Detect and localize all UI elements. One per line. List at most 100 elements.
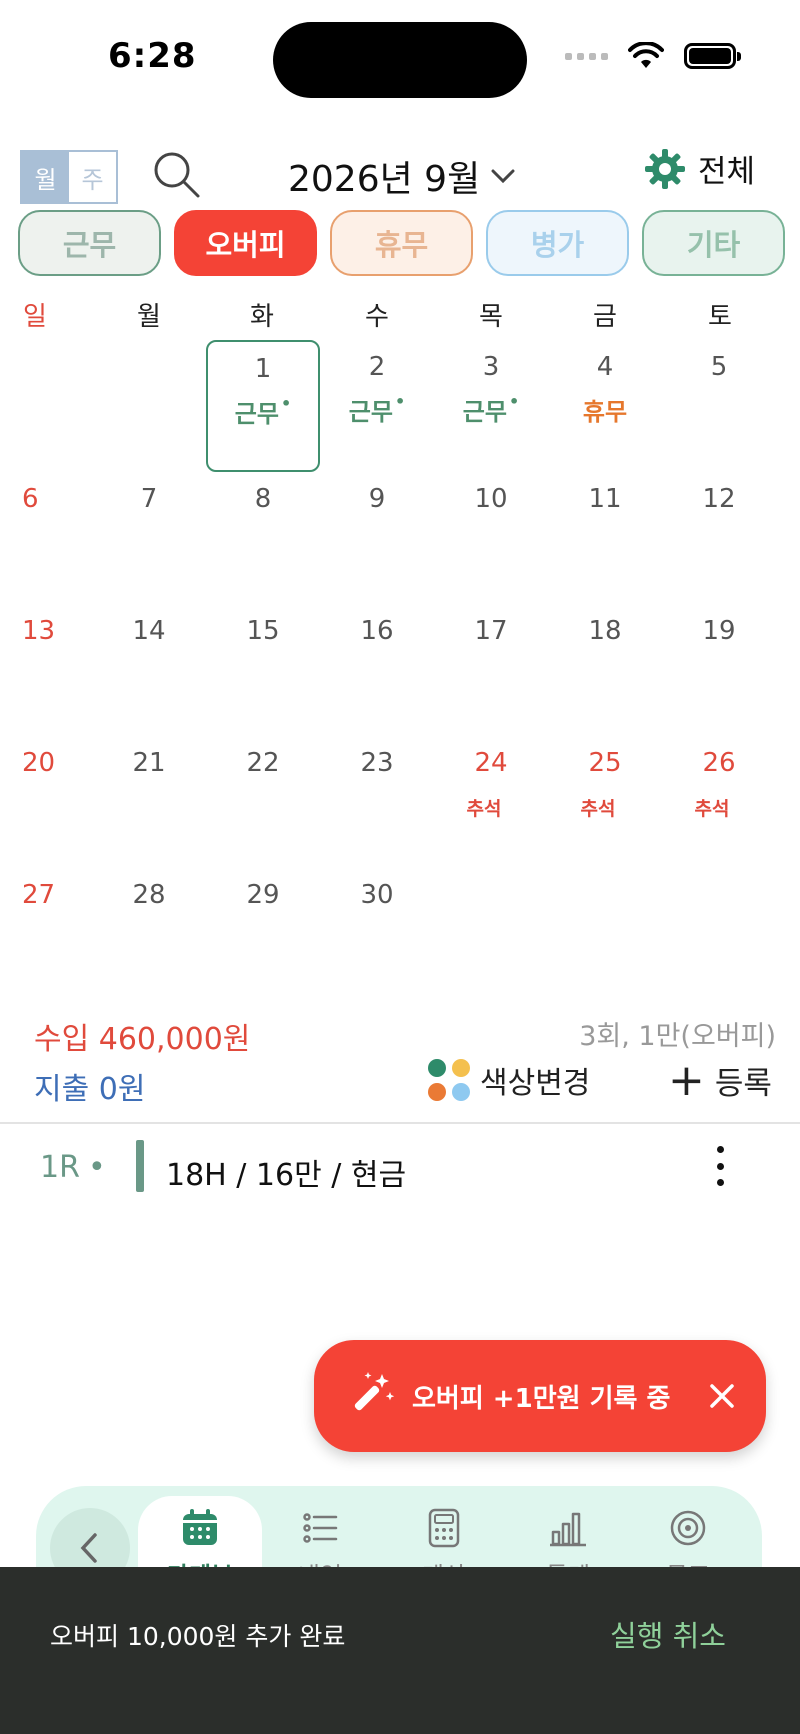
day-number: 1: [254, 354, 272, 384]
category-overfee-pill[interactable]: 오버피: [174, 210, 317, 276]
gear-icon: [645, 148, 685, 189]
close-icon[interactable]: [702, 1376, 742, 1416]
weekday-header: 일월화수목금토: [0, 296, 800, 336]
calendar-day[interactable]: 2 근무: [320, 340, 434, 472]
category-etc-pill[interactable]: 기타: [642, 210, 785, 276]
calendar-day[interactable]: 21: [92, 736, 206, 868]
calendar-day[interactable]: 26 추석: [662, 736, 776, 868]
magic-wand-icon: [354, 1372, 395, 1411]
holiday-label: 추석: [694, 798, 730, 820]
calendar-day[interactable]: 7: [92, 472, 206, 604]
weekday-label: 수: [365, 302, 389, 332]
color-change-button[interactable]: 색상변경: [428, 1058, 590, 1102]
calendar-day[interactable]: 10: [434, 472, 548, 604]
weekday-label: 금: [593, 302, 617, 332]
undo-button[interactable]: 실행 취소: [610, 1613, 726, 1655]
calendar-day[interactable]: 25 추석: [548, 736, 662, 868]
view-toggle[interactable]: 월 주: [20, 150, 118, 204]
calendar-day[interactable]: 16: [320, 604, 434, 736]
day-number: 8: [254, 484, 272, 514]
weekday-label: 화: [250, 302, 274, 332]
day-number: 17: [474, 616, 508, 646]
add-record-button[interactable]: + 등록: [668, 1058, 772, 1103]
calendar-day[interactable]: 30: [320, 868, 434, 1000]
cellular-icon: [565, 52, 608, 60]
view-month-option[interactable]: 월: [22, 152, 69, 202]
overfee-recording-banner[interactable]: 오버피 +1만원 기록 중: [314, 1340, 766, 1452]
calculator-icon: [428, 1508, 460, 1548]
category-sick-pill[interactable]: 병가: [486, 210, 629, 276]
calendar-day[interactable]: 28: [92, 868, 206, 1000]
calendar-day[interactable]: 14: [92, 604, 206, 736]
day-entry-tag: 휴무: [582, 398, 628, 426]
calendar-day[interactable]: 4 휴무: [548, 340, 662, 472]
target-icon: [670, 1510, 706, 1546]
record-round: 1R: [40, 1150, 106, 1185]
day-number: 10: [474, 484, 508, 514]
calendar-day[interactable]: 23: [320, 736, 434, 868]
day-entry-tag: 근무: [208, 394, 318, 429]
filter-settings-button[interactable]: 전체: [644, 146, 755, 191]
day-number: 30: [360, 880, 394, 910]
day-number: 11: [588, 484, 622, 514]
banner-message: 오버피 +1만원 기록 중: [412, 1384, 671, 1414]
holiday-label: 추석: [466, 798, 502, 820]
record-detail: 18H / 16만 / 현금: [166, 1158, 407, 1193]
day-number: 16: [360, 616, 394, 646]
calendar-day[interactable]: 9: [320, 472, 434, 604]
day-number: 19: [702, 616, 736, 646]
view-week-option[interactable]: 주: [69, 152, 116, 202]
settings-label: 전체: [698, 154, 756, 190]
more-options-icon[interactable]: [712, 1146, 728, 1186]
holiday-label: 추석: [580, 798, 616, 820]
calendar-day-today[interactable]: 1 근무: [206, 340, 320, 472]
day-number: 12: [702, 484, 736, 514]
work-count-summary: 3회, 1만(오버피): [579, 1021, 776, 1052]
calendar-day[interactable]: 12: [662, 472, 776, 604]
category-work-pill[interactable]: 근무: [18, 210, 161, 276]
add-record-label: 등록: [714, 1066, 772, 1102]
list-icon: [303, 1513, 338, 1543]
category-pills: 근무 오버피 휴무 병가 기타: [18, 210, 785, 276]
month-selector[interactable]: 2026년 9월: [288, 150, 516, 202]
weekday-label: 월: [137, 302, 161, 332]
chevron-down-icon: [491, 169, 515, 184]
calendar-day[interactable]: 5: [662, 340, 776, 472]
color-change-label: 색상변경: [480, 1066, 591, 1101]
expense-total: 지출 0원: [34, 1072, 146, 1107]
day-number: 2: [368, 352, 386, 382]
day-number: 28: [132, 880, 166, 910]
calendar-day[interactable]: 15: [206, 604, 320, 736]
calendar-day[interactable]: 24 추석: [434, 736, 548, 868]
calendar-day[interactable]: 8: [206, 472, 320, 604]
calendar-day[interactable]: 19: [662, 604, 776, 736]
day-number: 26: [702, 748, 736, 778]
day-number: 25: [588, 748, 622, 778]
day-number: 4: [596, 352, 614, 382]
day-entry-tag: 근무: [434, 392, 548, 427]
calendar-icon: [183, 1509, 217, 1545]
bar-chart-icon: [550, 1512, 586, 1547]
calendar-day[interactable]: 22: [206, 736, 320, 868]
day-number: 24: [474, 748, 508, 778]
calendar-day[interactable]: 11: [548, 472, 662, 604]
category-off-pill[interactable]: 휴무: [330, 210, 473, 276]
search-button[interactable]: [152, 150, 202, 200]
divider: [0, 1122, 800, 1124]
day-number: 5: [710, 352, 728, 382]
calendar-day[interactable]: 18: [548, 604, 662, 736]
calendar-day[interactable]: 17: [434, 604, 548, 736]
status-icons: [565, 42, 741, 70]
day-number: 15: [246, 616, 280, 646]
day-number: 21: [132, 748, 166, 778]
calendar-day[interactable]: 29: [206, 868, 320, 1000]
snackbar: 오버피 10,000원 추가 완료 실행 취소: [0, 1567, 800, 1734]
day-number: 14: [132, 616, 166, 646]
day-number: 7: [140, 484, 158, 514]
weekday-label: 목: [479, 302, 503, 332]
palette-icon: [428, 1059, 470, 1101]
calendar-day[interactable]: 3 근무: [434, 340, 548, 472]
day-number: 29: [246, 880, 280, 910]
battery-icon: [684, 43, 741, 69]
day-number: 22: [246, 748, 280, 778]
